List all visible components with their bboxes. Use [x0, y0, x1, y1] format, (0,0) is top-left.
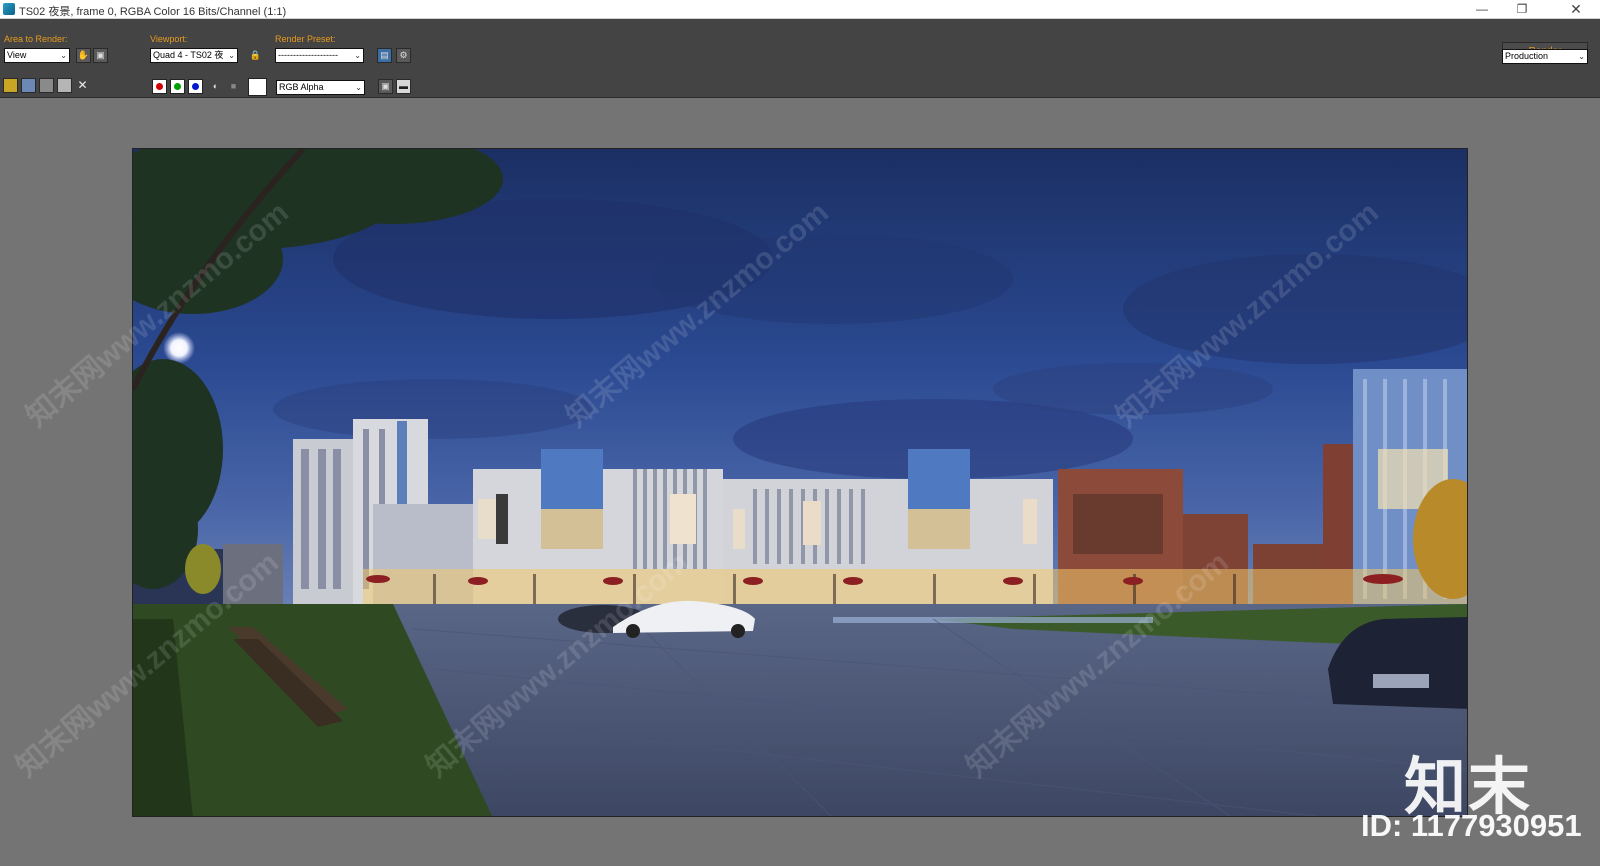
- edit-region-button[interactable]: ✋: [76, 48, 91, 63]
- red-channel-toggle[interactable]: [152, 79, 167, 94]
- chevron-down-icon: ⌄: [354, 51, 361, 60]
- viewport-dropdown[interactable]: Quad 4 - TS02 夜 ⌄: [150, 48, 238, 63]
- window-title: TS02 夜景, frame 0, RGBA Color 16 Bits/Cha…: [19, 6, 287, 18]
- restore-button[interactable]: ❐: [1504, 0, 1540, 19]
- environment-icon[interactable]: ⚙: [396, 48, 411, 63]
- render-preset-value: --------------------: [278, 50, 338, 60]
- close-button[interactable]: ✕: [1558, 0, 1594, 19]
- minimize-button[interactable]: —: [1464, 0, 1500, 19]
- print-icon[interactable]: [57, 78, 72, 93]
- render-setup-icon[interactable]: ▤: [377, 48, 392, 63]
- color-swatch[interactable]: [248, 78, 267, 96]
- red-channel-dot: [156, 83, 163, 90]
- channel-display-value: RGB Alpha: [279, 82, 324, 92]
- render-settings-toolbar: Area to Render: View ⌄ ✋ ▣ Viewport: Quad…: [0, 19, 1600, 71]
- blue-channel-toggle[interactable]: [188, 79, 203, 94]
- toggle-ui-overlay-icon[interactable]: ▣: [378, 79, 393, 94]
- image-id-label: ID: 1177930951: [1361, 808, 1582, 843]
- render-preset-label: Render Preset:: [275, 34, 336, 44]
- chevron-down-icon: ⌄: [228, 51, 235, 60]
- title-bar: TS02 夜景, frame 0, RGBA Color 16 Bits/Cha…: [0, 0, 1600, 19]
- auto-region-button[interactable]: ▣: [93, 48, 108, 63]
- blue-channel-dot: [192, 83, 199, 90]
- green-channel-dot: [174, 83, 181, 90]
- area-to-render-dropdown[interactable]: View ⌄: [4, 48, 70, 63]
- render-mode-value: Production: [1505, 51, 1549, 61]
- toggle-ui-icon[interactable]: ▬: [396, 79, 411, 94]
- save-icon[interactable]: [3, 78, 18, 93]
- viewport-label: Viewport:: [150, 34, 188, 44]
- clone-icon[interactable]: [39, 78, 54, 93]
- clear-icon[interactable]: ✕: [75, 78, 90, 93]
- lock-icon[interactable]: 🔒: [248, 48, 263, 63]
- monochrome-icon[interactable]: ■: [226, 79, 241, 94]
- chevron-down-icon: ⌄: [60, 51, 67, 60]
- area-to-render-label: Area to Render:: [4, 34, 68, 44]
- copy-icon[interactable]: [21, 78, 36, 93]
- render-mode-dropdown[interactable]: Production ⌄: [1502, 49, 1588, 64]
- render-preset-dropdown[interactable]: -------------------- ⌄: [275, 48, 364, 63]
- area-to-render-value: View: [7, 50, 27, 60]
- viewport-value: Quad 4 - TS02 夜: [153, 50, 224, 60]
- chevron-down-icon: ⌄: [1578, 52, 1585, 61]
- chevron-down-icon: ⌄: [355, 83, 362, 92]
- alpha-channel-icon[interactable]: ◐: [208, 79, 223, 94]
- green-channel-toggle[interactable]: [170, 79, 185, 94]
- app-icon: [3, 3, 15, 15]
- channel-display-dropdown[interactable]: RGB Alpha ⌄: [276, 80, 365, 95]
